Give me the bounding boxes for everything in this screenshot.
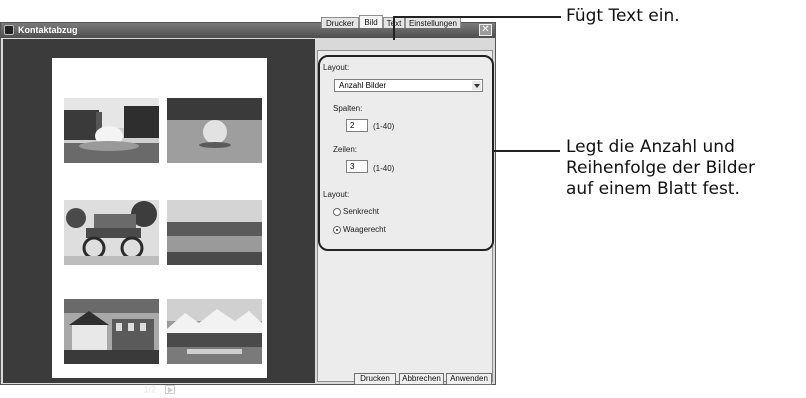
callout-leader-text-vertical bbox=[393, 16, 395, 40]
fountain-photo bbox=[64, 98, 159, 163]
tab-einstellungen[interactable]: Einstellungen bbox=[405, 17, 461, 28]
lake-mountains-photo bbox=[167, 299, 262, 364]
tab-drucker[interactable]: Drucker bbox=[321, 17, 359, 28]
apply-button[interactable]: Anwenden bbox=[446, 373, 492, 385]
tab-bild[interactable]: Bild bbox=[359, 15, 383, 28]
thumbnail-lake-mountains[interactable] bbox=[167, 299, 262, 364]
callout-leader-layout bbox=[494, 150, 560, 152]
preview-area: 1/2 bbox=[3, 39, 315, 395]
camera-app-icon bbox=[4, 25, 14, 35]
close-button[interactable]: ✕ bbox=[479, 24, 492, 36]
layout-settings-highlight bbox=[318, 55, 494, 251]
thumbnail-stone-ball[interactable] bbox=[167, 98, 262, 163]
print-button[interactable]: Drucken bbox=[354, 373, 396, 385]
next-page-icon[interactable] bbox=[164, 385, 175, 395]
wagon-photo bbox=[64, 200, 159, 265]
page-indicator: 1/2 bbox=[143, 384, 156, 395]
callout-layout-line-1: Legt die Anzahl und bbox=[566, 137, 735, 157]
window-title: Kontaktabzug bbox=[18, 25, 78, 35]
print-page-preview bbox=[52, 58, 267, 378]
village-photo bbox=[64, 299, 159, 364]
river-photo bbox=[167, 200, 262, 265]
callout-leader-text-horizontal bbox=[393, 16, 561, 18]
callout-layout-line-3: auf einem Blatt fest. bbox=[566, 179, 740, 199]
cancel-button[interactable]: Abbrechen bbox=[399, 373, 444, 385]
thumbnail-village[interactable] bbox=[64, 299, 159, 364]
thumbnail-fountain[interactable] bbox=[64, 98, 159, 163]
stone-ball-photo bbox=[167, 98, 262, 163]
thumbnail-wagon[interactable] bbox=[64, 200, 159, 265]
thumbnail-river[interactable] bbox=[167, 200, 262, 265]
page-navigator: 1/2 bbox=[3, 384, 315, 398]
callout-text-tab: Fügt Text ein. bbox=[566, 6, 680, 26]
callout-layout-line-2: Reihenfolge der Bilder bbox=[566, 158, 755, 178]
